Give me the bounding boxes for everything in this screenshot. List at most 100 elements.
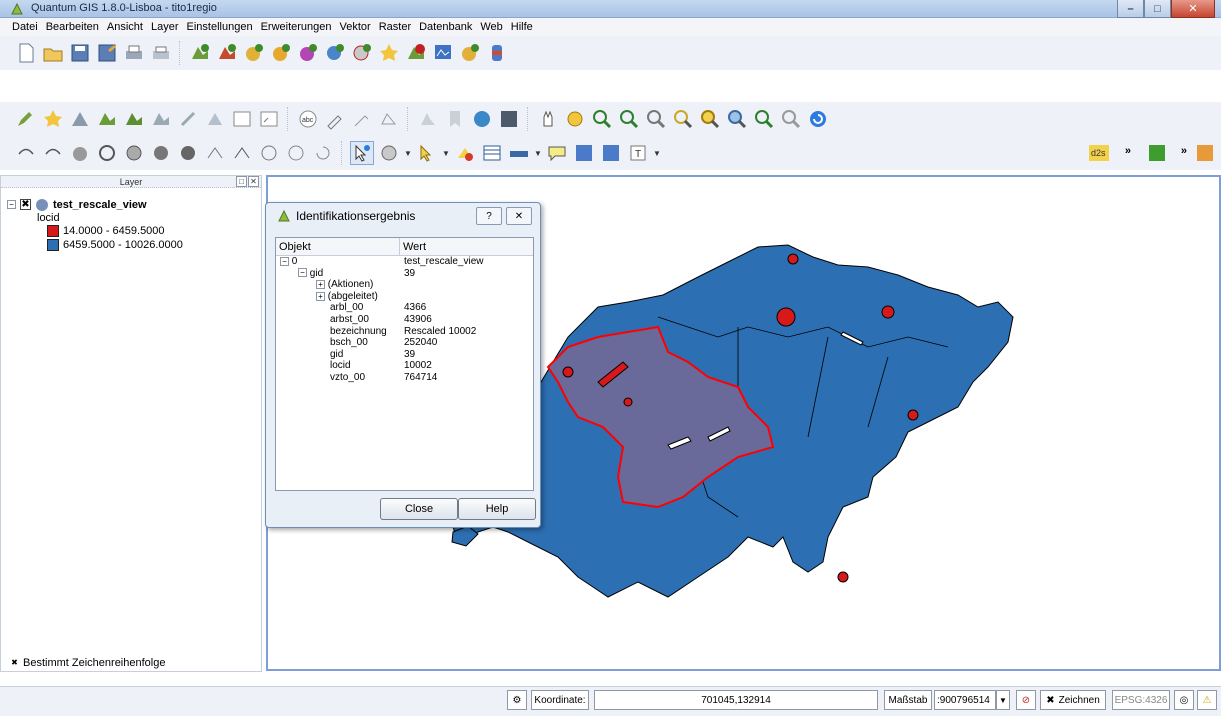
crs-globe-icon[interactable]: ◎ [1174,690,1194,710]
identify-row[interactable]: − 0 test_rescale_view [276,256,533,268]
delete-selected-icon[interactable] [149,107,173,131]
deselect-features-icon[interactable] [453,141,477,165]
move-feature-icon[interactable] [122,107,146,131]
expand-icon[interactable]: + [316,280,325,290]
render-checkbox[interactable]: ✖ [1046,695,1054,706]
delete-ring-icon[interactable] [149,141,173,165]
zoom-full-icon[interactable] [644,107,668,131]
close-button[interactable]: Close [380,498,458,520]
dropdown-arrow-icon[interactable]: ▼ [534,149,542,158]
low-class-region[interactable] [776,307,796,327]
menu-layer[interactable]: Layer [147,21,183,33]
identify-row[interactable]: + (abgeleitet) [276,291,533,303]
zoom-native-icon[interactable] [725,107,749,131]
menu-ansicht[interactable]: Ansicht [103,21,147,33]
add-delimited-text-icon[interactable] [458,41,482,65]
copy-features-icon[interactable] [203,107,227,131]
open-project-icon[interactable] [41,41,65,65]
help-button[interactable]: Help [458,498,536,520]
add-part-icon[interactable] [122,141,146,165]
add-ring-icon[interactable] [95,141,119,165]
zoom-to-selection-icon[interactable] [671,107,695,131]
warning-icon[interactable]: ⚠ [1197,690,1217,710]
pin-label-icon[interactable] [323,107,347,131]
help-question-icon[interactable]: ? [476,207,502,225]
collapse-icon[interactable]: − [280,256,289,266]
low-class-region[interactable] [907,409,919,421]
refresh-icon[interactable] [806,107,830,131]
layer-visibility-checkbox[interactable]: ✖ [20,199,31,210]
close-panel-button[interactable]: ✕ [248,176,259,187]
print-icon[interactable] [149,41,173,65]
identify-row[interactable]: locid 10002 [276,360,533,372]
toolbar-overflow-icon[interactable]: » [1181,145,1187,157]
show-bookmarks-icon[interactable] [599,141,623,165]
reshape-icon[interactable] [203,141,227,165]
paste-features-icon[interactable] [230,107,254,131]
split-features-icon[interactable] [257,141,281,165]
low-class-region[interactable] [787,253,799,265]
save-project-icon[interactable] [68,41,92,65]
identify-row[interactable]: bezeichnung Rescaled 10002 [276,326,533,338]
collapse-icon[interactable]: − [7,200,16,209]
measure-line-icon[interactable] [507,141,531,165]
star-layer-icon[interactable] [41,107,65,131]
coordinate-value[interactable]: 701045,132914 [594,690,878,710]
new-project-icon[interactable] [14,41,38,65]
delete-part-icon[interactable] [176,141,200,165]
render-order-row[interactable]: ✖ Bestimmt Zeichenreihenfolge [10,657,165,669]
bookmark-icon[interactable] [443,107,467,131]
zoom-out-icon[interactable] [617,107,641,131]
add-mssql-layer-icon[interactable] [296,41,320,65]
new-vector-layer-icon[interactable] [377,41,401,65]
scale-combo[interactable]: :900796514 ▼ [934,690,1010,710]
close-window-button[interactable]: ✕ [1171,0,1215,18]
label-abc-icon[interactable]: abc [296,107,320,131]
render-order-checkbox[interactable]: ✖ [10,658,19,668]
menu-datei[interactable]: Datei [8,21,42,33]
identify-features-icon[interactable] [350,141,374,165]
zoom-last-icon[interactable] [752,107,776,131]
redo-icon[interactable] [41,141,65,165]
add-wfs-layer-icon[interactable] [431,41,455,65]
dropdown-arrow-icon[interactable]: ▼ [442,149,450,158]
offset-curve-icon[interactable] [230,141,254,165]
column-header-object[interactable]: Objekt [276,238,400,255]
add-spatialite-layer-icon[interactable] [269,41,293,65]
stop-render-icon[interactable]: ⊘ [1016,690,1036,710]
rotate-point-icon[interactable] [311,141,335,165]
identify-row[interactable]: vzto_00 764714 [276,372,533,384]
dropdown-arrow-icon[interactable]: ▼ [404,149,412,158]
node-tool-icon[interactable] [68,107,92,131]
pan-icon[interactable] [536,107,560,131]
simplify-feature-icon[interactable] [68,141,92,165]
merge-features-icon[interactable] [284,141,308,165]
run-action-icon[interactable] [377,141,401,165]
plugin-green-icon[interactable] [1145,141,1169,165]
render-toggle[interactable]: ✖ Zeichnen [1040,690,1106,710]
coord-toggle-icon[interactable]: ⚙ [507,690,527,710]
menu-hilfe[interactable]: Hilfe [507,21,537,33]
identify-row[interactable]: bsch_00 252040 [276,337,533,349]
menu-vektor[interactable]: Vektor [336,21,375,33]
map-tips-icon[interactable] [545,141,569,165]
add-oracle-layer-icon[interactable] [485,41,509,65]
add-feature-icon[interactable] [95,107,119,131]
float-panel-button[interactable]: □ [236,176,247,187]
dialog-close-icon[interactable]: ✕ [506,207,532,225]
print-composer-icon[interactable] [122,41,146,65]
text-annotation-icon[interactable]: T [626,141,650,165]
plugin-image-icon[interactable] [1193,141,1217,165]
menu-web[interactable]: Web [476,21,506,33]
save-as-icon[interactable] [95,41,119,65]
new-bookmark-icon[interactable] [572,141,596,165]
collapse-icon[interactable]: − [298,268,307,278]
zoom-in-icon[interactable] [590,107,614,131]
add-wcs-layer-icon[interactable] [350,41,374,65]
crs-label[interactable]: EPSG:4326 [1112,690,1170,710]
pan-to-selection-icon[interactable] [563,107,587,131]
d2s-icon[interactable]: d2s [1087,141,1111,165]
low-class-region[interactable] [623,397,633,407]
low-class-region[interactable] [837,571,849,583]
undo-icon[interactable] [14,141,38,165]
